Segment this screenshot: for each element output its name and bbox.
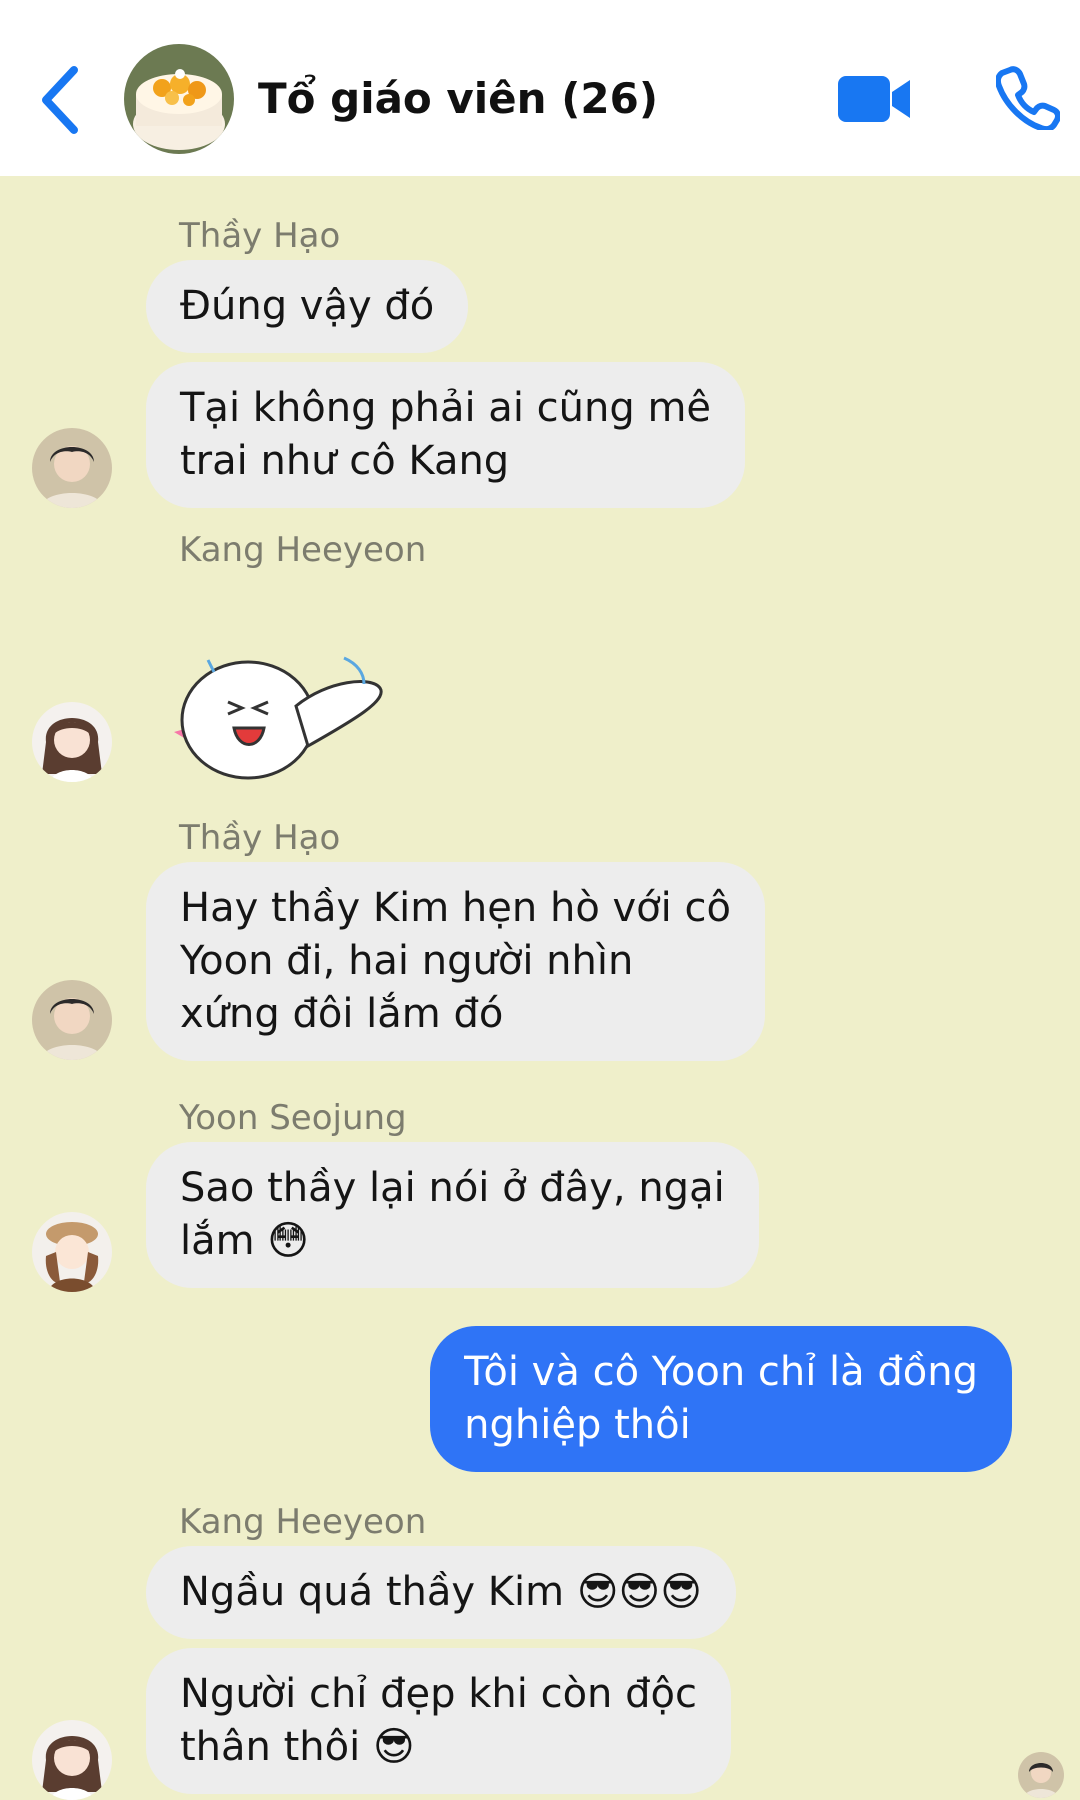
- chat-header: Tổ giáo viên (26): [0, 0, 1080, 176]
- message-list[interactable]: Thầy Hạo Đúng vậy đó Tại không phải ai c…: [0, 176, 1080, 1800]
- phone-icon: [995, 66, 1061, 132]
- avatar[interactable]: [32, 702, 112, 782]
- message-bubble[interactable]: Đúng vậy đó: [146, 260, 469, 353]
- message-bubble[interactable]: Ngầu quá thầy Kim 😎😎😎: [146, 1546, 736, 1639]
- voice-call-button[interactable]: [995, 66, 1061, 132]
- avatar[interactable]: [32, 1720, 112, 1800]
- message-bubble[interactable]: Sao thầy lại nói ở đây, ngại lắm 😳: [146, 1142, 759, 1288]
- group-avatar[interactable]: [124, 44, 234, 154]
- conversation-title[interactable]: Tổ giáo viên (26): [258, 74, 658, 123]
- sender-name: Kang Heeyeon: [179, 1502, 427, 1542]
- outgoing-message-bubble[interactable]: Tôi và cô Yoon chỉ là đồng nghiệp thôi: [430, 1326, 1012, 1472]
- back-button[interactable]: [36, 62, 86, 138]
- chevron-left-icon: [42, 66, 78, 134]
- read-receipt-avatar: [1018, 1752, 1064, 1798]
- avatar[interactable]: [32, 428, 112, 508]
- sender-name: Kang Heeyeon: [179, 530, 427, 570]
- video-camera-icon: [838, 76, 910, 122]
- avatar[interactable]: [32, 980, 112, 1060]
- sender-name: Yoon Seojung: [179, 1098, 407, 1138]
- message-bubble[interactable]: Người chỉ đẹp khi còn độc thân thôi 😎: [146, 1648, 731, 1794]
- message-bubble[interactable]: Hay thầy Kim hẹn hò với cô Yoon đi, hai …: [146, 862, 765, 1061]
- sender-name: Thầy Hạo: [179, 818, 341, 858]
- sender-name: Thầy Hạo: [179, 216, 341, 256]
- video-call-button[interactable]: [836, 72, 914, 126]
- message-bubble[interactable]: Tại không phải ai cũng mê trai như cô Ka…: [146, 362, 746, 508]
- avatar[interactable]: [32, 1212, 112, 1292]
- laughing-sticker[interactable]: [168, 650, 398, 790]
